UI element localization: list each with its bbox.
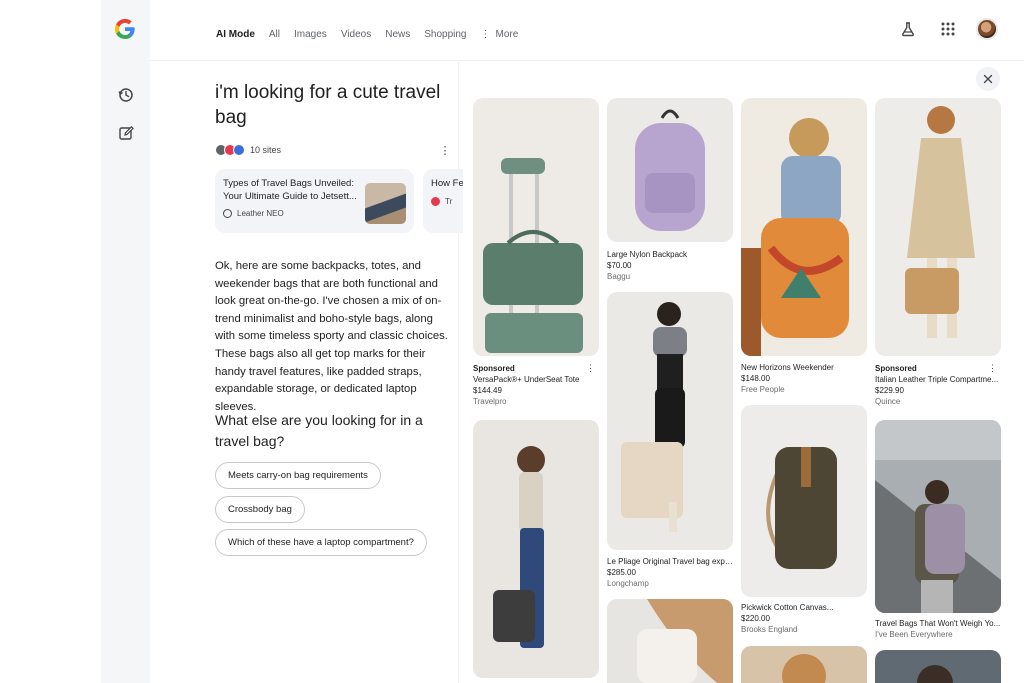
product-card[interactable]: Sponsored ⋮ VersaPack®+ UnderSeat Tote $…	[473, 363, 599, 407]
left-margin	[0, 0, 101, 683]
tab-more[interactable]: ⋮ More	[481, 29, 519, 40]
product-image[interactable]	[473, 420, 599, 678]
source-card-title: Types of Travel Bags Unveiled: Your Ulti…	[223, 178, 357, 202]
followup-question: What else are you looking for in a trave…	[215, 412, 423, 449]
product-title: Travel Bags That Won't Weigh Yo...	[875, 619, 1001, 628]
product-price: $144.49	[473, 386, 502, 395]
product-card[interactable]: New Horizons Weekender $148.00 Free Peop…	[741, 362, 867, 395]
product-store: Baggu	[607, 272, 631, 281]
product-image[interactable]	[607, 599, 733, 683]
product-store: I've Been Everywhere	[875, 630, 953, 639]
product-card[interactable]: Large Nylon Backpack $70.00 Baggu	[607, 249, 733, 282]
more-vert-icon[interactable]: ⋮	[586, 363, 595, 374]
product-store: Travelpro	[473, 397, 507, 406]
product-store: Quince	[875, 397, 901, 406]
apps-grid-icon[interactable]	[936, 17, 960, 41]
tab-ai-mode[interactable]: AI Mode	[216, 29, 255, 40]
product-card[interactable]: Sponsored ⋮ Italian Leather Triple Compa…	[875, 363, 1001, 407]
sponsored-label: Sponsored	[473, 364, 515, 373]
product-image[interactable]	[473, 98, 599, 356]
history-icon[interactable]	[114, 83, 138, 107]
product-price: $220.00	[741, 614, 770, 623]
source-card[interactable]: How Feat Tr	[423, 169, 463, 233]
site-icon	[223, 209, 232, 218]
tab-more-label: More	[495, 28, 519, 40]
product-price: $285.00	[607, 568, 636, 577]
product-image[interactable]	[607, 98, 733, 242]
product-price: $229.90	[875, 386, 904, 395]
product-card[interactable]: Le Pliage Original Travel bag expa... $2…	[607, 556, 733, 589]
sites-count: 10 sites	[250, 145, 282, 155]
tab-shopping[interactable]: Shopping	[424, 29, 466, 40]
product-image[interactable]	[741, 405, 867, 597]
source-favicon	[233, 144, 245, 156]
user-query: i'm looking for a cute travel bag	[215, 82, 441, 128]
sponsored-label: Sponsored	[875, 364, 917, 373]
product-image[interactable]	[741, 646, 867, 683]
site-icon	[431, 196, 440, 206]
product-price: $148.00	[741, 374, 770, 383]
product-title: New Horizons Weekender	[741, 363, 834, 372]
source-card-meta: Tr	[431, 196, 455, 206]
new-chat-icon[interactable]	[114, 121, 138, 145]
suggestion-chip[interactable]: Which of these have a laptop compartment…	[215, 529, 427, 556]
source-card-thumbnail	[365, 183, 406, 224]
header-divider	[150, 60, 1024, 61]
account-area	[896, 17, 998, 41]
product-image[interactable]	[875, 650, 1001, 683]
product-store: Longchamp	[607, 579, 649, 588]
tab-videos[interactable]: Videos	[341, 29, 371, 40]
product-title: Pickwick Cotton Canvas...	[741, 603, 834, 612]
google-logo[interactable]	[113, 17, 137, 41]
product-store: Brooks England	[741, 625, 798, 634]
product-card[interactable]: Travel Bags That Won't Weigh Yo... I've …	[875, 618, 1001, 640]
source-card-site: Leather NEO	[237, 209, 284, 218]
labs-flask-icon[interactable]	[896, 17, 920, 41]
source-card-site: Tr	[445, 196, 453, 206]
product-image[interactable]	[607, 292, 733, 550]
tab-images[interactable]: Images	[294, 29, 327, 40]
chat-panel: i'm looking for a cute travel bag 10 sit…	[215, 80, 463, 556]
panel-divider	[458, 62, 459, 683]
tab-all[interactable]: All	[269, 29, 280, 40]
tab-news[interactable]: News	[385, 29, 410, 40]
product-title: VersaPack®+ UnderSeat Tote	[473, 375, 580, 384]
suggestion-chip[interactable]: Meets carry-on bag requirements	[215, 462, 381, 489]
product-title: Italian Leather Triple Compartme...	[875, 375, 999, 384]
more-vert-icon: ⋮	[480, 28, 491, 40]
sources-row[interactable]: 10 sites ⋮	[215, 142, 451, 158]
product-price: $70.00	[607, 261, 632, 270]
more-vert-icon[interactable]: ⋮	[439, 143, 451, 157]
product-title: Le Pliage Original Travel bag expa...	[607, 557, 733, 566]
source-card[interactable]: Types of Travel Bags Unveiled: Your Ulti…	[215, 169, 414, 233]
suggestion-chip[interactable]: Crossbody bag	[215, 496, 305, 523]
close-icon[interactable]	[976, 67, 1000, 91]
product-image[interactable]	[875, 98, 1001, 356]
avatar[interactable]	[976, 18, 998, 40]
product-store: Free People	[741, 385, 785, 394]
product-card[interactable]: Pickwick Cotton Canvas... $220.00 Brooks…	[741, 602, 867, 635]
source-card-title: How Feat	[431, 178, 463, 189]
more-vert-icon[interactable]: ⋮	[988, 363, 997, 374]
product-image[interactable]	[875, 420, 1001, 613]
ai-answer: Ok, here are some backpacks, totes, and …	[215, 260, 448, 413]
side-rail	[101, 0, 150, 683]
search-tabs: AI Mode All Images Videos News Shopping …	[216, 26, 532, 42]
product-image[interactable]	[741, 98, 867, 356]
product-title: Large Nylon Backpack	[607, 250, 688, 259]
